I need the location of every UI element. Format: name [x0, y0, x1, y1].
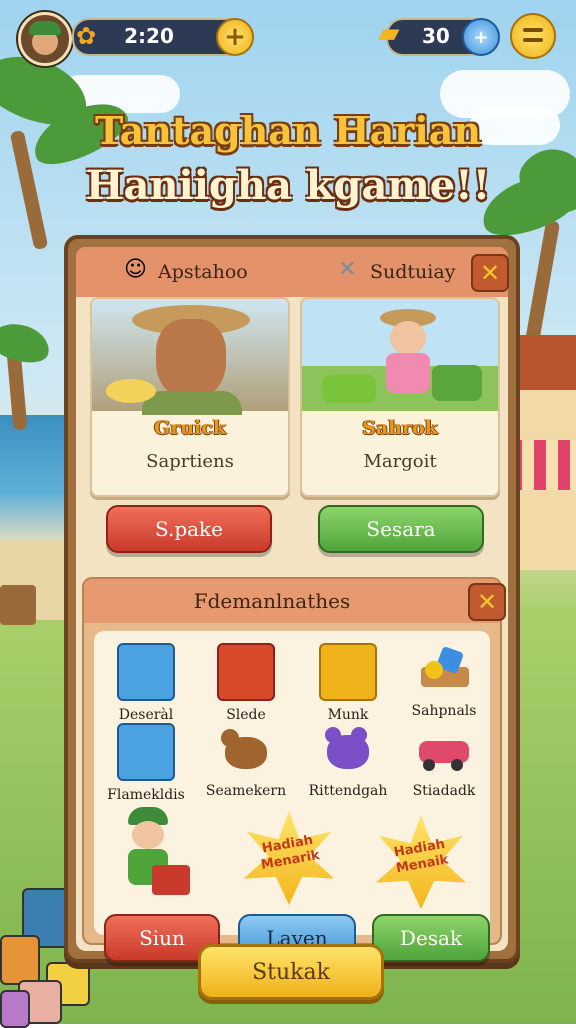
character-card-left[interactable]: Gruick Saprtiens — [90, 297, 290, 497]
bottom-button[interactable]: Stukak — [198, 944, 384, 1000]
prize-badge: Hadiah Menaik — [374, 815, 468, 909]
reward-label: Slede — [226, 707, 266, 723]
green-button[interactable]: Desak — [372, 914, 490, 962]
player-avatar[interactable] — [18, 12, 72, 66]
bench — [0, 585, 36, 625]
reward-label: Seamekern — [205, 783, 287, 799]
reward-item[interactable]: Slede — [198, 643, 294, 723]
rewards-title: Fdemanlnathes — [193, 589, 351, 613]
purple-bear-icon — [321, 723, 375, 777]
rewards-header: Fdemanlnathes ✕ — [84, 579, 506, 623]
rewards-close-button[interactable]: ✕ — [468, 583, 506, 621]
rewards-panel: Fdemanlnathes ✕ Deseràl Slede Munk Sahpn… — [82, 577, 506, 962]
character-subtitle: Margoit — [363, 451, 437, 472]
reward-label: Flamekldis — [107, 787, 185, 803]
character-scene — [302, 299, 498, 411]
toy-car-icon — [417, 723, 471, 777]
character-subtitle: Saprtiens — [146, 451, 234, 472]
challenge-panel: ☺ Apstahoo ✕ Sudtuiay ✕ Gruick Saprtiens — [64, 235, 520, 963]
gold-bar-icon: ▰ — [378, 16, 400, 49]
gem-tray-icon — [417, 643, 471, 697]
character-name: Gruick — [153, 417, 226, 439]
timer-text: 2:20 — [124, 24, 174, 48]
character-card-right[interactable]: Sahrok Margoit — [300, 297, 500, 497]
reward-label: Stiadadk — [412, 783, 476, 799]
tab-right[interactable]: Sudtuiay — [370, 261, 455, 283]
character-name: Sahrok — [362, 417, 438, 439]
reward-label: Munk — [327, 707, 369, 723]
add-currency-button[interactable]: + — [462, 18, 500, 56]
reward-item[interactable]: Rittendgah — [300, 723, 396, 799]
character-portrait — [92, 299, 288, 415]
left-action-button[interactable]: S.pake — [106, 505, 272, 553]
reward-label: Sahpnals — [411, 703, 477, 719]
tab-left[interactable]: Apstahoo — [158, 261, 248, 283]
rewards-grid: Deseràl Slede Munk Sahpnals Flamekldis S… — [94, 631, 492, 962]
currency-count: 30 — [422, 24, 450, 48]
player-icon: ☺ — [124, 257, 147, 282]
page-subtitle: Haniigha kgame!! — [85, 162, 491, 209]
prize-badge: Hadiah Menarik — [242, 811, 336, 905]
panel-body: ☺ Apstahoo ✕ Sudtuiay ✕ Gruick Saprtiens — [76, 247, 509, 962]
close-button[interactable]: ✕ — [471, 254, 509, 292]
reward-item[interactable]: Sahpnals — [396, 643, 492, 719]
blue-toy-crate-icon — [117, 723, 175, 781]
reward-item[interactable]: Seamekern — [198, 723, 294, 799]
crossed-swords-icon: ✕ — [338, 257, 357, 282]
reward-item[interactable]: Flamekldis — [98, 723, 194, 803]
gold-crate-icon — [319, 643, 377, 701]
reward-item[interactable]: Deseràl — [98, 643, 194, 723]
blue-crate-icon — [117, 643, 175, 701]
add-time-button[interactable]: + — [216, 18, 254, 56]
page-title: Tantaghan Harian — [95, 108, 481, 153]
right-action-button[interactable]: Sesara — [318, 505, 484, 553]
red-crate-icon — [217, 643, 275, 701]
toy-block — [0, 990, 30, 1028]
avatar-cap — [29, 21, 61, 35]
scout-character — [118, 807, 190, 903]
reward-item[interactable]: Stiadadk — [396, 723, 492, 799]
toy-block — [0, 935, 40, 985]
menu-button[interactable] — [510, 13, 556, 59]
reward-label: Rittendgah — [308, 783, 388, 799]
palm-tree — [523, 219, 561, 351]
reward-item[interactable]: Munk — [300, 643, 396, 723]
bear-toy-icon — [219, 723, 273, 777]
reward-label: Deseràl — [118, 707, 174, 723]
panel-header: ☺ Apstahoo ✕ Sudtuiay ✕ — [76, 247, 509, 297]
